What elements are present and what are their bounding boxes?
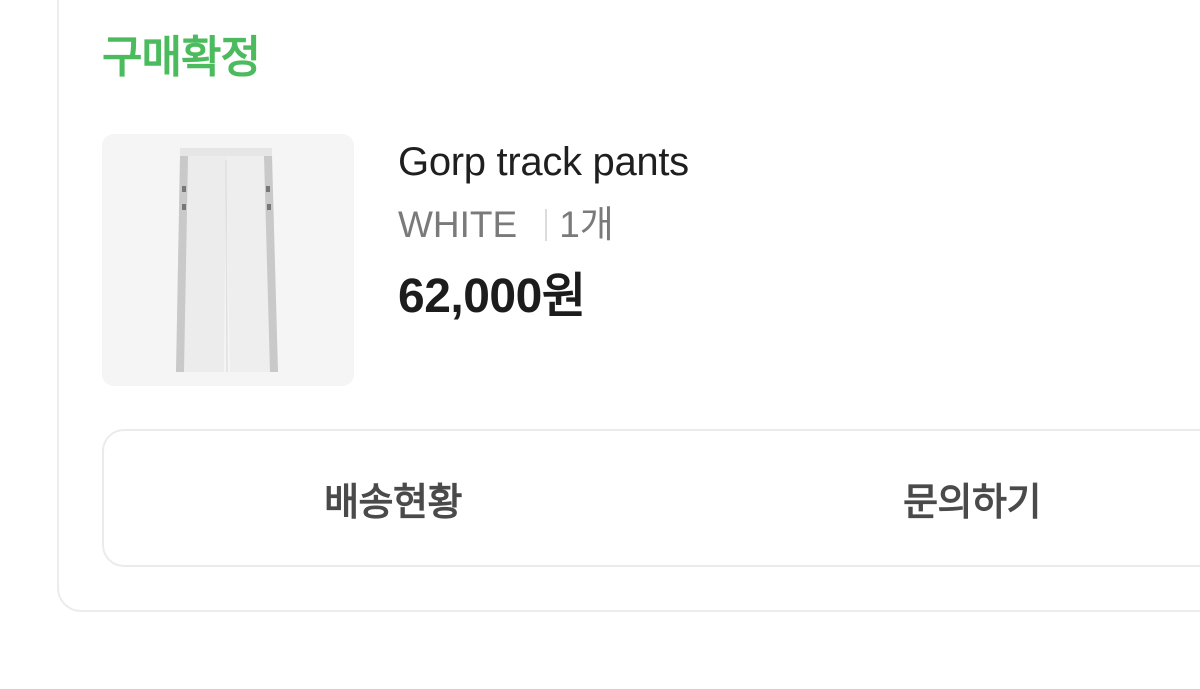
- meta-divider: [545, 209, 548, 241]
- order-actions: 배송현황 문의하기: [102, 429, 1200, 567]
- track-pants-image: [102, 134, 354, 386]
- product-info: Gorp track pants WHITE 1개 62,000원: [398, 134, 689, 328]
- order-status-label: 구매확정: [102, 33, 261, 82]
- product-meta: WHITE 1개: [398, 200, 689, 250]
- product-thumbnail[interactable]: [102, 134, 354, 386]
- inquiry-button[interactable]: 문의하기: [682, 431, 1200, 565]
- product-quantity: 1개: [559, 204, 614, 245]
- product-price: 62,000원: [398, 270, 586, 323]
- product-option: WHITE: [398, 204, 518, 245]
- product-name[interactable]: Gorp track pants: [398, 134, 689, 190]
- delivery-status-button[interactable]: 배송현황: [104, 431, 682, 565]
